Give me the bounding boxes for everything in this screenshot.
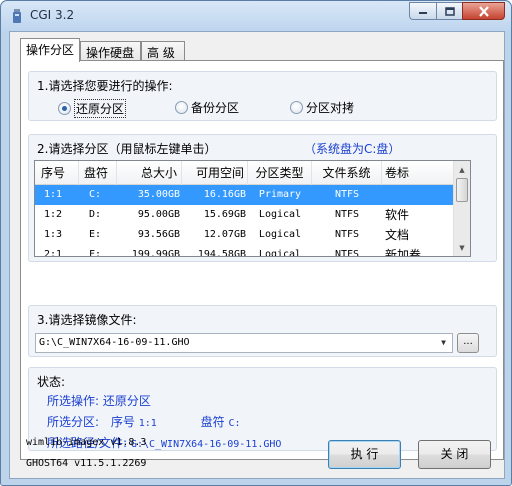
table-row[interactable]: 2:1 F: 199.99GB 194.58GB Logical NTFS 新加…: [35, 245, 455, 257]
cell-volume-label: [382, 185, 455, 205]
minimize-button[interactable]: [409, 2, 436, 20]
status-operation-label: 所选操作:: [47, 394, 100, 408]
status-title: 状态:: [37, 375, 66, 389]
ghost-version: GHOST64 v11.5.1.2269: [26, 458, 147, 469]
col-drive[interactable]: 盘符: [79, 161, 117, 185]
status-number-value: 1:1: [138, 418, 157, 429]
scroll-up-icon[interactable]: ▲: [454, 161, 470, 178]
partition-list[interactable]: 序号 盘符 总大小 可用空间 分区类型 文件系统 卷标 1:1 C: 35.00…: [34, 160, 471, 257]
cell-number: 1:2: [44, 209, 63, 220]
browse-button[interactable]: ...: [457, 333, 479, 353]
radio-button[interactable]: [175, 101, 188, 114]
col-total-size[interactable]: 总大小: [117, 161, 182, 185]
cell-free-space: 15.69GB: [203, 209, 246, 220]
cell-free-space: 12.07GB: [203, 229, 246, 240]
system-disk-hint: （系统盘为C:盘）: [304, 142, 401, 156]
close-window-button[interactable]: [462, 2, 505, 20]
close-icon: [478, 5, 489, 17]
status-operation: 所选操作: 还原分区: [47, 392, 151, 409]
cell-free-space: 16.16GB: [203, 189, 246, 200]
partition-group: 2.请选择分区（用鼠标左键单击） （系统盘为C:盘） 序号 盘符 总大小 可用空…: [28, 134, 497, 262]
client-area: 操作分区 操作硬盘 高 级 1.请选择您要进行的操作: 还原分区 备份分区 分区…: [9, 31, 505, 479]
tab-advanced[interactable]: 高 级: [141, 41, 185, 61]
list-scrollbar[interactable]: ▲ ▼: [453, 161, 470, 256]
table-row[interactable]: 1:1 C: 35.00GB 16.16GB Primary NTFS: [35, 185, 455, 205]
cell-partition-type: Logical: [258, 209, 302, 220]
tab-label: 高 级: [147, 46, 175, 60]
image-file-value: G:\C_WIN7X64-16-09-11.GHO: [39, 337, 190, 348]
col-free-space[interactable]: 可用空间: [182, 161, 248, 185]
cell-filesystem: NTFS: [334, 209, 360, 220]
status-partition-label: 所选分区:: [47, 415, 100, 429]
tab-panel: 1.请选择您要进行的操作: 还原分区 备份分区 分区对拷 2.请选择分区（用鼠标…: [20, 60, 504, 460]
scroll-thumb[interactable]: [456, 178, 468, 202]
status-number-label: 序号: [110, 415, 135, 429]
status-drive-value: C:: [228, 418, 241, 429]
radio-button[interactable]: [290, 101, 303, 114]
cell-number: 1:1: [44, 189, 63, 200]
tab-label: 操作硬盘: [86, 46, 135, 60]
image-file-select[interactable]: G:\C_WIN7X64-16-09-11.GHO ▼: [35, 333, 453, 353]
chevron-down-icon[interactable]: ▼: [435, 334, 452, 352]
tab-partition-ops[interactable]: 操作分区: [20, 38, 80, 62]
cell-volume-label: 新加卷: [385, 248, 422, 257]
cell-total-size: 95.00GB: [137, 209, 180, 220]
cell-filesystem: NTFS: [334, 229, 360, 240]
status-drive-label: 盘符: [200, 415, 225, 429]
radio-label: 还原分区: [74, 99, 127, 118]
maximize-button[interactable]: [436, 2, 462, 20]
maximize-icon: [444, 6, 455, 16]
image-title: 3.请选择镜像文件:: [37, 313, 137, 327]
cell-free-space: 194.58GB: [197, 249, 246, 257]
minimize-icon: [419, 12, 427, 14]
col-number[interactable]: 序号: [35, 161, 79, 185]
cell-drive: C:: [89, 189, 102, 200]
app-window: CGI 3.2 操作分区 操作硬盘 高 级 1.请选择您要进行的操作: 还原分区…: [0, 0, 512, 486]
table-row[interactable]: 1:3 E: 93.56GB 12.07GB Logical NTFS 文档: [35, 225, 455, 245]
radio-restore[interactable]: 还原分区: [58, 99, 127, 118]
radio-label: 分区对拷: [306, 101, 355, 115]
col-partition-type[interactable]: 分区类型: [248, 161, 312, 185]
cell-partition-type: Primary: [258, 189, 302, 200]
cell-total-size: 35.00GB: [137, 189, 180, 200]
col-filesystem[interactable]: 文件系统: [312, 161, 382, 185]
status-path-value: G:\C_WIN7X64-16-09-11.GHO: [130, 439, 282, 450]
operation-group: 1.请选择您要进行的操作: 还原分区 备份分区 分区对拷: [28, 71, 497, 121]
cell-partition-type: Logical: [258, 249, 302, 257]
wimlib-version: wimlib-imagex v1.8.3: [26, 437, 147, 448]
radio-label: 备份分区: [191, 101, 240, 115]
cell-filesystem: NTFS: [334, 189, 360, 200]
status-operation-value: 还原分区: [102, 394, 151, 408]
cell-number: 1:3: [44, 229, 63, 240]
cell-volume-label: 文档: [385, 228, 410, 242]
cell-total-size: 199.99GB: [131, 249, 180, 257]
partition-title: 2.请选择分区（用鼠标左键单击）: [37, 142, 217, 156]
radio-button[interactable]: [58, 102, 71, 115]
cell-volume-label: 软件: [385, 208, 410, 222]
list-header: 序号 盘符 总大小 可用空间 分区类型 文件系统 卷标: [35, 161, 455, 185]
col-volume-label[interactable]: 卷标: [382, 161, 455, 185]
cell-total-size: 93.56GB: [137, 229, 180, 240]
cell-drive: E:: [89, 229, 102, 240]
title-bar[interactable]: CGI 3.2: [1, 1, 511, 31]
scroll-down-icon[interactable]: ▼: [454, 239, 470, 256]
table-row[interactable]: 1:2 D: 95.00GB 15.69GB Logical NTFS 软件: [35, 205, 455, 225]
status-partition: 所选分区: 序号 1:1 盘符 C:: [47, 413, 241, 430]
radio-clone[interactable]: 分区对拷: [290, 99, 354, 116]
cell-drive: D:: [89, 209, 102, 220]
execute-button[interactable]: 执 行: [328, 440, 401, 469]
operation-title: 1.请选择您要进行的操作:: [37, 79, 173, 93]
close-button[interactable]: 关 闭: [418, 440, 491, 469]
app-icon: [13, 9, 21, 23]
radio-backup[interactable]: 备份分区: [175, 99, 239, 116]
tab-label: 操作分区: [26, 43, 75, 57]
cell-number: 2:1: [44, 249, 63, 257]
cell-filesystem: NTFS: [334, 249, 360, 257]
tab-disk-ops[interactable]: 操作硬盘: [80, 41, 141, 61]
cell-drive: F:: [89, 249, 102, 257]
image-group: 3.请选择镜像文件: G:\C_WIN7X64-16-09-11.GHO ▼ .…: [28, 305, 497, 357]
cell-partition-type: Logical: [258, 229, 302, 240]
window-title: CGI 3.2: [30, 8, 75, 22]
